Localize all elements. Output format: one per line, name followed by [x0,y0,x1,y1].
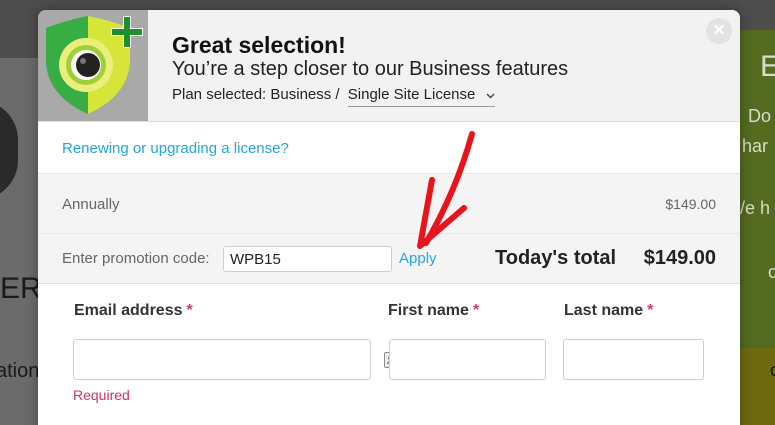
license-select-value: Single Site License [347,86,476,103]
email-field[interactable] [73,339,397,380]
background-right-text-1: E [760,50,775,83]
first-name-label: First name * [388,302,479,320]
todays-total-value: $149.00 [643,247,716,269]
renew-row: Renewing or upgrading a license? [38,122,740,174]
promotion-row: Enter promotion code: Apply Today's tota… [38,234,740,284]
plan-selection: Plan selected: Business / Single Site Li… [172,86,495,107]
first-name-required-star: * [472,302,480,319]
background-left-text-1: ER [0,272,42,305]
shield-plus-logo-icon [38,10,148,121]
license-select[interactable]: Single Site License [347,86,495,107]
modal-subtitle: You’re a step closer to our Business fea… [172,58,569,80]
billing-period-label: Annually [62,196,120,213]
last-name-required-star: * [647,302,654,319]
background-left-text-2: ation [0,360,40,382]
modal-title: Great selection! [172,32,346,58]
background-right-text-6: c [770,360,775,380]
first-name-field[interactable] [389,339,546,380]
plan-prefix: Plan selected: Business / [172,86,340,103]
first-name-label-text: First name [388,302,469,319]
background-right-text-5: c [768,262,775,282]
email-label: Email address * [74,302,193,320]
email-required-star: * [186,302,193,319]
todays-total-label: Today's total [495,247,617,269]
billing-period-price: $149.00 [665,196,716,212]
renew-license-link[interactable]: Renewing or upgrading a license? [62,140,289,157]
last-name-label: Last name * [564,302,653,320]
email-label-text: Email address [74,302,183,319]
chevron-down-icon [486,90,495,102]
background-right-text-4: /e h [740,198,771,218]
checkout-modal: Great selection! You’re a step closer to… [38,10,740,425]
apply-promo-link[interactable]: Apply [399,250,437,267]
promo-code-label: Enter promotion code: [62,250,210,267]
last-name-field[interactable] [563,339,704,380]
background-right-text-3: har [742,136,769,156]
last-name-label-text: Last name [564,302,644,319]
modal-header: Great selection! You’re a step closer to… [38,10,740,122]
customer-form: Email address * First name * Last name * Re… [38,284,740,425]
background-right-text-2: Do [748,106,772,126]
close-icon[interactable]: × [706,18,732,44]
email-required-message: Required [73,387,130,403]
billing-period-row: Annually $149.00 [38,174,740,234]
promo-code-input[interactable] [223,246,392,272]
